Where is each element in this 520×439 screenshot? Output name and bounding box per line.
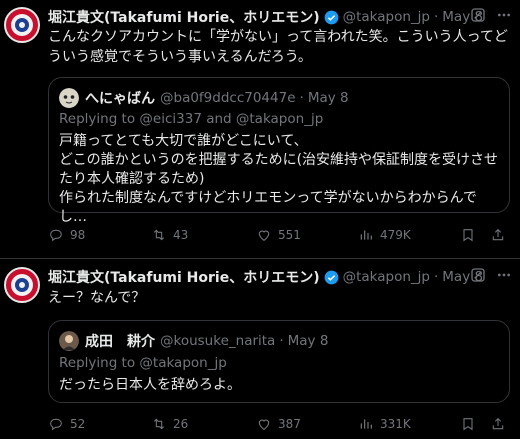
author-handle[interactable]: @takapon_jp xyxy=(343,269,430,285)
replying-users: @takapon_jp xyxy=(139,355,227,371)
avatar[interactable] xyxy=(4,7,40,43)
author-handle[interactable]: @takapon_jp xyxy=(343,9,430,25)
author-name[interactable]: 堀江貴文(Takafumi Horie、ホリエモン) xyxy=(48,7,320,27)
more-icon[interactable] xyxy=(496,7,512,23)
retweet-button[interactable]: 26 xyxy=(151,416,188,432)
reply-icon xyxy=(50,418,62,431)
bookmark-icon xyxy=(463,229,473,242)
retweet-count: 26 xyxy=(173,417,189,431)
views-icon xyxy=(360,230,372,240)
quote-author-handle: @kousuke_narita xyxy=(160,333,276,349)
quote-author-name: 成田 耕介 xyxy=(85,334,155,350)
author-name[interactable]: 堀江貴文(Takafumi Horie、ホリエモン) xyxy=(48,267,320,287)
like-icon xyxy=(258,419,270,430)
quote-avatar xyxy=(59,88,79,108)
grok-icon[interactable] xyxy=(470,7,486,23)
reply-count: 98 xyxy=(70,228,86,242)
quote-header: へにゃばん @ba0f9ddcc70447e · May 8 xyxy=(59,88,349,108)
quote-author-handle: @ba0f9ddcc70447e xyxy=(160,90,296,106)
like-button[interactable]: 387 xyxy=(256,416,301,432)
quote-line: たり本人確認するため) xyxy=(59,171,205,187)
quote-replying-to: Replying to @takapon_jp xyxy=(59,355,227,371)
quote-tweet[interactable]: 成田 耕介 @kousuke_narita · May 8 Replying t… xyxy=(48,320,510,403)
quote-avatar xyxy=(59,331,79,351)
separator-dot: · xyxy=(433,9,439,25)
separator-dot: · xyxy=(433,269,439,285)
share-button[interactable] xyxy=(490,416,506,432)
like-count: 387 xyxy=(278,417,301,431)
quote-date: May 8 xyxy=(307,90,349,106)
retweet-icon xyxy=(153,418,165,430)
action-bar: 98 43 551 479K xyxy=(48,227,512,247)
quote-text: だったら日本人を辞めろよ。 xyxy=(59,376,499,395)
like-count: 551 xyxy=(278,228,301,242)
bookmark-button[interactable] xyxy=(460,416,476,432)
quote-line: だったら日本人を辞めろよ。 xyxy=(59,377,241,393)
tweet-text: こんなクソアカウントに「学がない」って言われた笑。こういう人ってどういう感覚でそ… xyxy=(48,29,508,65)
replying-label: Replying to xyxy=(59,355,136,371)
reply-icon xyxy=(50,229,62,242)
views-count: 331K xyxy=(380,417,411,431)
verified-badge-icon xyxy=(324,10,338,24)
retweet-icon xyxy=(153,229,165,241)
like-button[interactable]: 551 xyxy=(256,227,301,243)
verified-badge-icon xyxy=(324,270,338,284)
retweet-button[interactable]: 43 xyxy=(151,227,188,243)
retweet-count: 43 xyxy=(173,228,189,242)
quote-header: 成田 耕介 @kousuke_narita · May 8 xyxy=(59,331,328,351)
replying-label: Replying to xyxy=(59,111,136,127)
quote-replying-to: Replying to @eici337 and @takapon_jp xyxy=(59,111,323,127)
share-icon xyxy=(492,228,504,241)
quote-line: 戸籍ってとても大切で誰がどこにいて、 xyxy=(59,133,308,149)
tweet-header: 堀江貴文(Takafumi Horie、ホリエモン) @takapon_jp ·… xyxy=(48,7,512,27)
grok-icon[interactable] xyxy=(470,267,486,283)
tweet-text: えー？なんで？ xyxy=(48,290,146,306)
views-button[interactable]: 479K xyxy=(358,227,411,243)
quote-tweet[interactable]: へにゃばん @ba0f9ddcc70447e · May 8 Replying … xyxy=(48,77,510,225)
like-icon xyxy=(258,230,270,241)
separator-dot: · xyxy=(279,333,284,349)
reply-button[interactable]: 52 xyxy=(48,416,85,432)
more-icon[interactable] xyxy=(496,267,512,283)
quote-text: 戸籍ってとても大切で誰がどこにいて、 どこの誰かというのを把握するために(治安維… xyxy=(59,132,499,227)
quote-line: どこの誰かというのを把握するために(治安維持や保証制度を受けさせ xyxy=(59,152,499,168)
share-button[interactable] xyxy=(490,227,506,243)
reply-button[interactable]: 98 xyxy=(48,227,85,243)
tweet-header: 堀江貴文(Takafumi Horie、ホリエモン) @takapon_jp ·… xyxy=(48,267,512,287)
avatar[interactable] xyxy=(4,267,40,303)
replying-users: @eici337 and @takapon_jp xyxy=(139,111,324,127)
action-bar: 52 26 387 331K xyxy=(48,416,512,436)
quote-author-name: へにゃばん xyxy=(85,91,155,107)
share-icon xyxy=(492,417,504,430)
views-button[interactable]: 331K xyxy=(358,416,411,432)
quote-line: 作られた制度なんですけどホリエモンって学がないからわからんでし… xyxy=(59,190,477,225)
separator-dot: · xyxy=(299,90,304,106)
bookmark-icon xyxy=(463,418,473,431)
quote-date: May 8 xyxy=(287,333,329,349)
views-icon xyxy=(360,419,372,429)
views-count: 479K xyxy=(380,228,411,242)
tweet[interactable]: 堀江貴文(Takafumi Horie、ホリエモン) @takapon_jp ·… xyxy=(0,0,520,259)
bookmark-button[interactable] xyxy=(460,227,476,243)
reply-count: 52 xyxy=(70,417,86,431)
tweet[interactable]: 堀江貴文(Takafumi Horie、ホリエモン) @takapon_jp ·… xyxy=(0,259,520,439)
